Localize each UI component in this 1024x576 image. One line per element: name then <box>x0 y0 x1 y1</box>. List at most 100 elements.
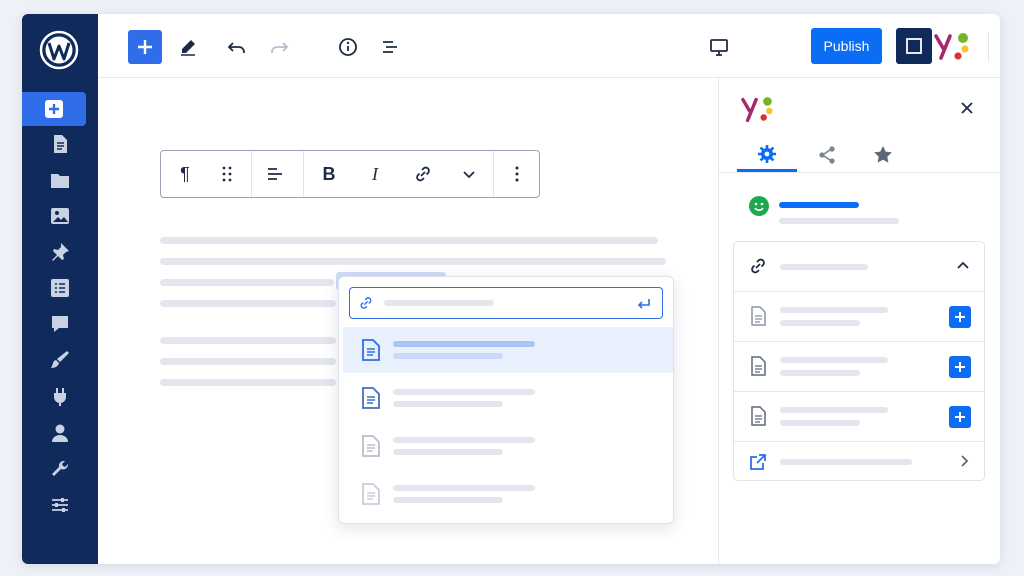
star-icon <box>874 146 892 163</box>
paragraph-type-button[interactable]: ¶ <box>165 151 205 197</box>
bold-button[interactable]: B <box>309 151 349 197</box>
panel-divider <box>719 172 1000 173</box>
smiley-icon <box>754 202 764 211</box>
link-title-line <box>780 357 888 363</box>
suggestion-url-line <box>393 401 503 407</box>
wrench-icon <box>52 460 69 476</box>
link-icon <box>416 166 430 182</box>
external-link-row[interactable] <box>734 442 984 480</box>
external-label-line <box>780 459 912 465</box>
link-button[interactable] <box>403 151 443 197</box>
add-link-button[interactable] <box>949 306 971 328</box>
seo-score-icon <box>749 196 769 216</box>
tools-button[interactable] <box>171 30 205 64</box>
sidebar-item-settings[interactable] <box>22 488 98 522</box>
plus-icon <box>955 412 965 422</box>
page-icon <box>362 435 380 457</box>
document-icon <box>751 306 766 326</box>
tab-premium[interactable] <box>853 138 913 172</box>
sidebar-item-list[interactable] <box>22 271 98 305</box>
sidebar-item-comments[interactable] <box>22 307 98 341</box>
text-line <box>160 300 336 307</box>
link-suggestion[interactable] <box>343 375 673 421</box>
tab-seo-settings[interactable] <box>737 138 797 172</box>
yoast-logo-icon[interactable] <box>932 28 972 64</box>
block-toolbar: ¶ B I <box>160 150 540 198</box>
add-block-button[interactable] <box>128 30 162 64</box>
suggestion-title-line <box>393 389 535 395</box>
close-panel-button[interactable] <box>955 96 979 120</box>
text-line <box>160 337 336 344</box>
list-view-icon <box>383 41 397 53</box>
toolbar-divider <box>251 151 252 197</box>
add-link-button[interactable] <box>949 356 971 378</box>
link-suggestion[interactable] <box>343 471 673 517</box>
info-icon <box>339 38 357 56</box>
document-icon <box>751 406 766 426</box>
yoast-sidebar-panel <box>718 78 1000 564</box>
linking-header-row[interactable] <box>734 242 984 292</box>
sidebar-item-posts[interactable] <box>22 127 98 161</box>
plus-icon <box>955 312 965 322</box>
link-url-line <box>780 370 860 376</box>
folder-icon <box>51 174 69 188</box>
block-options-button[interactable] <box>497 151 537 197</box>
link-popover <box>338 276 674 524</box>
more-rich-text-button[interactable] <box>449 151 489 197</box>
close-icon <box>961 102 973 114</box>
wordpress-logo-icon[interactable] <box>39 30 79 70</box>
preview-button[interactable] <box>702 30 736 64</box>
score-detail-line <box>779 218 899 224</box>
redo-icon <box>271 42 289 53</box>
align-button[interactable] <box>255 151 295 197</box>
options-button[interactable] <box>887 30 921 64</box>
editor-toolbar: Publish <box>98 14 1000 78</box>
text-line <box>160 279 334 286</box>
sidebar-item-folders[interactable] <box>22 163 98 197</box>
internal-linking-card <box>733 241 985 481</box>
admin-sidebar <box>22 14 98 564</box>
vertical-dots-icon <box>515 166 519 182</box>
undo-icon <box>227 42 245 53</box>
redo-button[interactable] <box>262 30 296 64</box>
publish-button[interactable]: Publish <box>811 28 882 64</box>
sidebar-item-media[interactable] <box>22 199 98 233</box>
suggestion-url-line <box>393 497 503 503</box>
drag-handle[interactable] <box>207 151 247 197</box>
sidebar-item-pin[interactable] <box>22 235 98 269</box>
plus-icon <box>955 362 965 372</box>
list-view-button[interactable] <box>373 30 407 64</box>
enter-icon[interactable] <box>636 296 652 312</box>
text-line <box>160 237 658 244</box>
italic-button[interactable]: I <box>355 151 395 197</box>
suggestion-title-line <box>393 437 535 443</box>
link-url-line <box>780 420 860 426</box>
gear-icon <box>758 144 776 163</box>
text-line <box>160 379 336 386</box>
suggestion-title-line <box>393 485 535 491</box>
toolbar-divider <box>303 151 304 197</box>
suggested-link-row <box>734 292 984 342</box>
link-url-input[interactable] <box>349 287 663 319</box>
sidebar-item-tools[interactable] <box>22 452 98 486</box>
more-dots-icon <box>896 45 912 49</box>
sidebar-item-add[interactable] <box>22 92 86 126</box>
sidebar-item-appearance[interactable] <box>22 343 98 377</box>
align-left-icon <box>268 168 282 180</box>
undo-button[interactable] <box>220 30 254 64</box>
toolbar-separator <box>988 32 989 62</box>
page-icon <box>362 339 380 361</box>
sidebar-item-plugins[interactable] <box>22 380 98 414</box>
text-line <box>160 358 336 365</box>
sliders-icon <box>52 498 68 512</box>
editor-canvas: ¶ B I <box>98 78 718 564</box>
input-placeholder-line <box>384 300 494 306</box>
details-button[interactable] <box>331 30 365 64</box>
tab-social[interactable] <box>797 138 857 172</box>
list-icon <box>51 279 69 297</box>
sidebar-item-users[interactable] <box>22 416 98 450</box>
suggestion-url-line <box>393 449 503 455</box>
add-link-button[interactable] <box>949 406 971 428</box>
link-suggestion[interactable] <box>343 423 673 469</box>
link-suggestion[interactable] <box>343 327 673 373</box>
